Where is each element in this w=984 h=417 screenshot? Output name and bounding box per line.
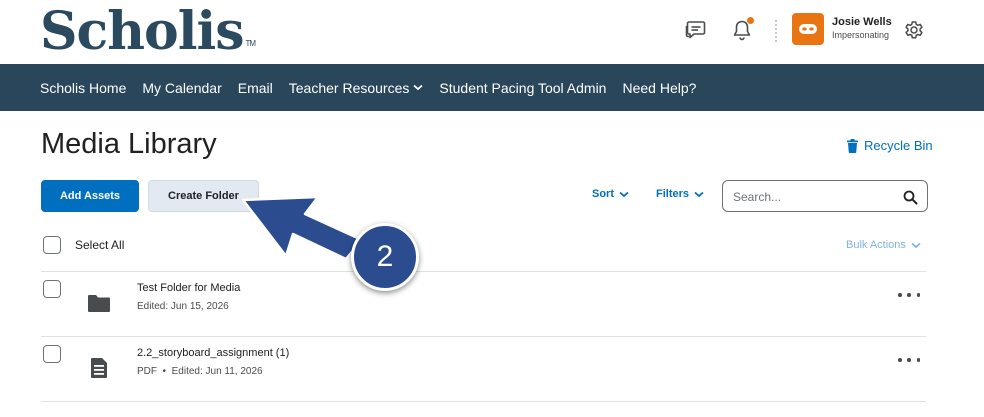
- create-folder-button[interactable]: Create Folder: [148, 180, 259, 212]
- recycle-bin-link[interactable]: Recycle Bin: [847, 138, 933, 153]
- list-item-title[interactable]: 2.2_storyboard_assignment (1): [137, 347, 289, 359]
- step-badge: 2: [351, 223, 419, 291]
- nav-my-calendar[interactable]: My Calendar: [142, 80, 221, 96]
- select-all-checkbox[interactable]: [43, 236, 61, 254]
- row-checkbox[interactable]: [43, 345, 61, 363]
- header-divider: [775, 20, 777, 42]
- nav-scholis-home[interactable]: Scholis Home: [40, 80, 126, 96]
- impersonating-label: Impersonating: [832, 30, 890, 40]
- more-options-icon[interactable]: [898, 289, 920, 301]
- list-divider: [41, 401, 926, 402]
- nav-email[interactable]: Email: [238, 80, 273, 96]
- nav-teacher-resources[interactable]: Teacher Resources: [289, 80, 424, 96]
- user-name: Josie Wells: [832, 16, 892, 28]
- search-icon[interactable]: [901, 188, 919, 206]
- row-checkbox[interactable]: [43, 280, 61, 298]
- search-box: [722, 180, 928, 212]
- chevron-down-icon: [619, 191, 629, 197]
- avatar: [792, 13, 824, 45]
- bell-icon[interactable]: [728, 16, 756, 44]
- message-icon[interactable]: [682, 16, 710, 44]
- scholis-logo[interactable]: Scholis TM: [40, 2, 256, 62]
- list-item-meta: PDF • Edited: Jun 11, 2026: [137, 366, 263, 377]
- list-item-title[interactable]: Test Folder for Media: [137, 282, 240, 294]
- mask-icon: [799, 24, 817, 34]
- chevron-down-icon: [694, 191, 704, 197]
- user-menu[interactable]: Josie Wells Impersonating: [792, 12, 892, 46]
- list-item-meta: Edited: Jun 15, 2026: [137, 301, 229, 312]
- header: Scholis TM Josie Wells Impersonating: [0, 0, 984, 64]
- select-all-label: Select All: [75, 238, 125, 252]
- list-divider: [41, 271, 926, 272]
- add-assets-button[interactable]: Add Assets: [41, 180, 139, 212]
- more-options-icon[interactable]: [898, 354, 920, 366]
- document-icon: [89, 356, 109, 380]
- chevron-down-icon: [413, 84, 423, 91]
- nav-need-help[interactable]: Need Help?: [622, 80, 696, 96]
- bulk-actions-dropdown[interactable]: Bulk Actions: [846, 239, 921, 251]
- list-divider: [41, 336, 926, 337]
- main-navigation: Scholis Home My Calendar Email Teacher R…: [0, 64, 984, 111]
- notification-dot: [747, 17, 754, 24]
- folder-icon: [86, 292, 112, 314]
- trash-icon: [847, 138, 858, 153]
- chevron-down-icon: [911, 242, 921, 248]
- nav-student-pacing-tool-admin[interactable]: Student Pacing Tool Admin: [439, 80, 606, 96]
- search-input[interactable]: [733, 188, 893, 206]
- gear-icon[interactable]: [900, 16, 928, 44]
- page-title: Media Library: [41, 128, 217, 160]
- filters-dropdown[interactable]: Filters: [656, 188, 704, 200]
- sort-dropdown[interactable]: Sort: [592, 188, 629, 200]
